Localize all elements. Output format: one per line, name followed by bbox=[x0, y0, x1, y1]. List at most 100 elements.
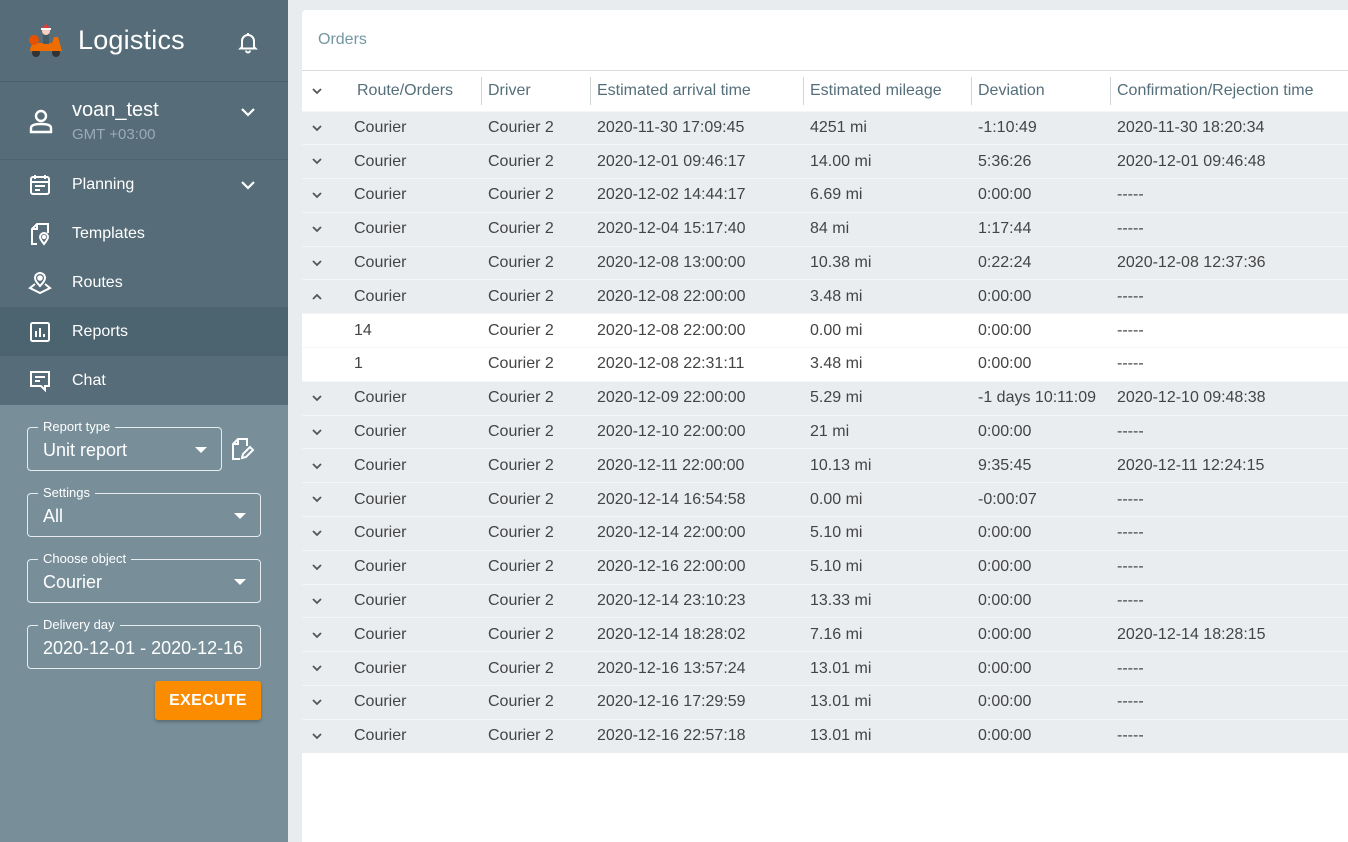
delivery-day-input[interactable]: Delivery day 2020-12-01 - 2020-12-16 bbox=[27, 617, 261, 669]
cell-confirmation: 2020-12-01 09:46:48 bbox=[1110, 144, 1348, 179]
route-row[interactable]: Courier Courier 2 2020-12-14 16:54:58 0.00 … bbox=[302, 482, 1348, 517]
route-row[interactable]: Courier Courier 2 2020-12-04 15:17:40 84 mi… bbox=[302, 211, 1348, 247]
choose-object-select[interactable]: Choose object Courier bbox=[27, 551, 261, 603]
sidebar-item-planning[interactable]: Planning bbox=[0, 160, 288, 209]
row-toggle-cell[interactable] bbox=[302, 685, 350, 720]
route-row[interactable]: Courier Courier 2 2020-12-14 22:00:00 5.10 … bbox=[302, 516, 1348, 551]
execute-button[interactable]: EXECUTE bbox=[155, 681, 261, 720]
route-row[interactable]: Courier Courier 2 2020-12-02 14:44:17 6.69 … bbox=[302, 178, 1348, 213]
route-row[interactable]: Courier Courier 2 2020-12-16 17:29:59 13.01… bbox=[302, 685, 1348, 720]
route-row[interactable]: Courier Courier 2 2020-12-14 18:28:02 7.16 … bbox=[302, 617, 1348, 652]
route-row[interactable]: Courier Courier 2 2020-12-08 13:00:00 10.38… bbox=[302, 245, 1348, 280]
chevron-down-icon[interactable] bbox=[310, 729, 324, 743]
column-header-route[interactable]: Route/Orders bbox=[350, 71, 481, 111]
column-header-mileage[interactable]: Estimated mileage bbox=[803, 71, 971, 111]
field-value: Unit report bbox=[43, 440, 128, 460]
cell-eta: 2020-12-14 18:28:02 bbox=[590, 617, 803, 652]
row-toggle-cell[interactable] bbox=[302, 380, 350, 416]
field-label: Delivery day bbox=[38, 617, 120, 633]
chevron-down-icon[interactable] bbox=[310, 492, 324, 506]
row-toggle-cell[interactable] bbox=[302, 245, 350, 280]
app-title: Logistics bbox=[78, 25, 185, 55]
route-row[interactable]: Courier Courier 2 2020-12-11 22:00:00 10.13… bbox=[302, 448, 1348, 483]
sidebar-item-label: Routes bbox=[72, 273, 123, 291]
cell-deviation: 0:00:00 bbox=[971, 516, 1110, 551]
chevron-down-icon[interactable] bbox=[238, 102, 258, 122]
chevron-down-icon[interactable] bbox=[310, 121, 324, 135]
chevron-down-icon[interactable] bbox=[310, 154, 324, 168]
chevron-down-icon[interactable] bbox=[238, 175, 258, 195]
orders-panel: Orders Route/Orders Driver Estimated arr… bbox=[302, 10, 1348, 842]
column-header-driver[interactable]: Driver bbox=[481, 71, 590, 111]
sidebar-item-label: Templates bbox=[72, 224, 145, 242]
sidebar-item-templates[interactable]: Templates bbox=[0, 209, 288, 258]
cell-driver: Courier 2 bbox=[481, 583, 590, 618]
settings-select[interactable]: Settings All bbox=[27, 485, 261, 537]
row-toggle-cell[interactable] bbox=[302, 617, 350, 652]
chevron-down-icon[interactable] bbox=[310, 459, 324, 473]
chevron-down-icon[interactable] bbox=[310, 695, 324, 709]
row-toggle-cell[interactable] bbox=[302, 144, 350, 179]
chevron-down-icon[interactable] bbox=[310, 425, 324, 439]
chevron-down-icon[interactable] bbox=[310, 256, 324, 270]
chevron-down-icon[interactable] bbox=[310, 560, 324, 574]
route-row[interactable]: Courier Courier 2 2020-11-30 17:09:45 4251 … bbox=[302, 110, 1348, 145]
chevron-down-icon[interactable] bbox=[310, 391, 324, 405]
cell-confirmation: 2020-12-08 12:37:36 bbox=[1110, 245, 1348, 280]
report-form: Report type Unit report Settings All Cho… bbox=[0, 405, 288, 720]
cell-driver: Courier 2 bbox=[481, 144, 590, 179]
sidebar-item-routes[interactable]: Routes bbox=[0, 258, 288, 307]
order-row[interactable]: 14 Courier 2 2020-12-08 22:00:00 0.00 mi 0:0… bbox=[302, 313, 1348, 348]
row-toggle-cell[interactable] bbox=[302, 516, 350, 551]
chevron-down-icon[interactable] bbox=[310, 188, 324, 202]
row-toggle-cell[interactable] bbox=[302, 448, 350, 483]
chevron-up-icon[interactable] bbox=[310, 290, 324, 304]
route-row[interactable]: Courier Courier 2 2020-12-16 22:00:00 5.10 … bbox=[302, 549, 1348, 585]
route-row[interactable]: Courier Courier 2 2020-12-01 09:46:17 14.00… bbox=[302, 144, 1348, 179]
row-toggle-cell[interactable] bbox=[302, 718, 350, 754]
row-toggle-cell[interactable] bbox=[302, 414, 350, 449]
chevron-down-icon[interactable] bbox=[310, 628, 324, 642]
row-toggle-cell[interactable] bbox=[302, 549, 350, 585]
cell-eta: 2020-12-08 22:31:11 bbox=[590, 347, 803, 382]
report-type-select[interactable]: Report type Unit report bbox=[27, 419, 222, 471]
row-toggle-cell[interactable] bbox=[302, 178, 350, 213]
chevron-down-icon[interactable] bbox=[310, 661, 324, 675]
route-row[interactable]: Courier Courier 2 2020-12-08 22:00:00 3.48 … bbox=[302, 279, 1348, 314]
route-row[interactable]: Courier Courier 2 2020-12-09 22:00:00 5.29 … bbox=[302, 380, 1348, 416]
courier-scooter-logo bbox=[29, 23, 62, 57]
expand-all-toggle[interactable] bbox=[302, 71, 350, 111]
route-row[interactable]: Courier Courier 2 2020-12-16 13:57:24 13.01… bbox=[302, 651, 1348, 686]
route-row[interactable]: Courier Courier 2 2020-12-14 23:10:23 13.33… bbox=[302, 583, 1348, 618]
cell-route: Courier bbox=[350, 211, 481, 247]
row-toggle-cell[interactable] bbox=[302, 279, 350, 314]
edit-document-icon[interactable] bbox=[229, 436, 255, 462]
cell-driver: Courier 2 bbox=[481, 516, 590, 551]
route-row[interactable]: Courier Courier 2 2020-12-10 22:00:00 21 mi… bbox=[302, 414, 1348, 449]
column-header-confirmation[interactable]: Confirmation/Rejection time bbox=[1110, 71, 1348, 111]
driver-name: Courier 2 bbox=[488, 118, 554, 136]
cell-deviation: 1:17:44 bbox=[971, 211, 1110, 247]
driver-name: Courier 2 bbox=[488, 659, 554, 677]
cell-deviation: 0:00:00 bbox=[971, 313, 1110, 348]
cell-route: Courier bbox=[350, 245, 481, 280]
row-toggle-cell[interactable] bbox=[302, 110, 350, 145]
row-toggle-cell[interactable] bbox=[302, 651, 350, 686]
row-toggle-cell[interactable] bbox=[302, 482, 350, 517]
row-toggle-cell[interactable] bbox=[302, 583, 350, 618]
chevron-down-icon[interactable] bbox=[310, 594, 324, 608]
bell-icon[interactable] bbox=[236, 30, 260, 54]
order-row[interactable]: 1 Courier 2 2020-12-08 22:31:11 3.48 mi 0:00… bbox=[302, 347, 1348, 382]
user-profile[interactable]: voan_test GMT +03:00 bbox=[0, 82, 288, 160]
route-row[interactable]: Courier Courier 2 2020-12-16 22:57:18 13.01… bbox=[302, 718, 1348, 754]
column-header-deviation[interactable]: Deviation bbox=[971, 71, 1110, 111]
sidebar-item-chat[interactable]: Chat bbox=[0, 356, 288, 405]
chevron-down-icon[interactable] bbox=[310, 84, 324, 98]
cell-eta: 2020-12-08 22:00:00 bbox=[590, 313, 803, 348]
sidebar-item-reports[interactable]: Reports bbox=[0, 307, 288, 356]
row-toggle-cell[interactable] bbox=[302, 211, 350, 247]
chevron-down-icon[interactable] bbox=[310, 222, 324, 236]
cell-deviation: -1 days 10:11:09 bbox=[971, 380, 1110, 416]
chevron-down-icon[interactable] bbox=[310, 526, 324, 540]
column-header-eta[interactable]: Estimated arrival time bbox=[590, 71, 803, 111]
